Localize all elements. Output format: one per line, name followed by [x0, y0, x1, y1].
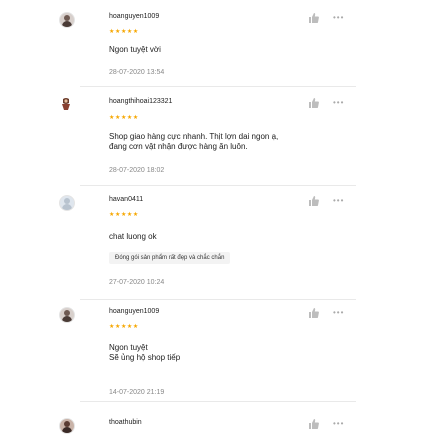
review-comment: Ngon tuyệt vời [109, 45, 161, 55]
rating-stars: ★★★★★ [109, 29, 139, 35]
review-item: hoanguyen1009 ★★★★★ Ngon tuyệt Sẽ ủng hộ… [59, 307, 356, 402]
more-options-icon[interactable]: ••• [333, 309, 344, 317]
review-comment: Shop giao hàng cực nhanh. Thịt lợn dai n… [109, 132, 278, 152]
thumbs-up-icon[interactable] [308, 97, 320, 109]
review-timestamp: 14-07-2020 21:19 [109, 389, 165, 396]
more-options-icon[interactable]: ••• [333, 197, 344, 205]
review-comment-line: đang cơn vật nhận được hàng ăn luôn. [109, 142, 248, 151]
review-comment: Ngon tuyệt Sẽ ủng hộ shop tiếp [109, 343, 180, 363]
review-username[interactable]: hoangthihoai123321 [109, 97, 172, 106]
more-options-icon[interactable]: ••• [333, 420, 344, 428]
review-item: hoanguyen1009 ★★★★★ Ngon tuyệt vời 28-07… [59, 12, 356, 87]
thumbs-up-icon[interactable] [308, 307, 320, 319]
user-avatar[interactable] [59, 418, 75, 434]
review-tag: Đóng gói sản phẩm rất đẹp và chắc chắn [109, 252, 231, 264]
thumbs-up-icon[interactable] [308, 418, 320, 430]
more-options-icon[interactable]: ••• [333, 14, 344, 22]
review-item: thoathubin ••• [59, 418, 356, 434]
review-username[interactable]: thoathubin [109, 418, 142, 427]
review-username[interactable]: hoanguyen1009 [109, 12, 159, 21]
review-timestamp: 28-07-2020 18:02 [109, 167, 165, 174]
user-avatar[interactable] [59, 12, 75, 28]
thumbs-up-icon[interactable] [308, 12, 320, 24]
rating-stars: ★★★★★ [109, 324, 139, 330]
user-avatar[interactable] [59, 97, 73, 111]
user-avatar[interactable] [59, 307, 75, 323]
review-comment: chat luong ok [109, 232, 157, 242]
review-username[interactable]: hoanguyen1009 [109, 307, 159, 316]
review-comment-line: chat luong ok [109, 232, 157, 241]
review-timestamp: 27-07-2020 10:24 [109, 279, 165, 286]
product-reviews-list: hoanguyen1009 ★★★★★ Ngon tuyệt vời 28-07… [0, 0, 434, 434]
review-comment-line: Ngon tuyệt [109, 343, 148, 352]
review-username[interactable]: havan0411 [109, 195, 143, 204]
review-timestamp: 28-07-2020 13:54 [109, 69, 165, 76]
rating-stars: ★★★★★ [109, 212, 139, 218]
review-item: havan0411 ★★★★★ chat luong ok Đóng gói s… [59, 195, 356, 300]
rating-stars: ★★★★★ [109, 115, 139, 121]
review-comment-line: Ngon tuyệt vời [109, 45, 161, 54]
review-comment-line: Sẽ ủng hộ shop tiếp [109, 353, 181, 362]
user-avatar[interactable] [59, 195, 75, 211]
thumbs-up-icon[interactable] [308, 195, 320, 207]
review-item: hoangthihoai123321 ★★★★★ Shop giao hàng … [59, 97, 356, 186]
review-comment-line: Shop giao hàng cực nhanh. Thịt lợn dai n… [109, 132, 279, 141]
more-options-icon[interactable]: ••• [333, 99, 344, 107]
